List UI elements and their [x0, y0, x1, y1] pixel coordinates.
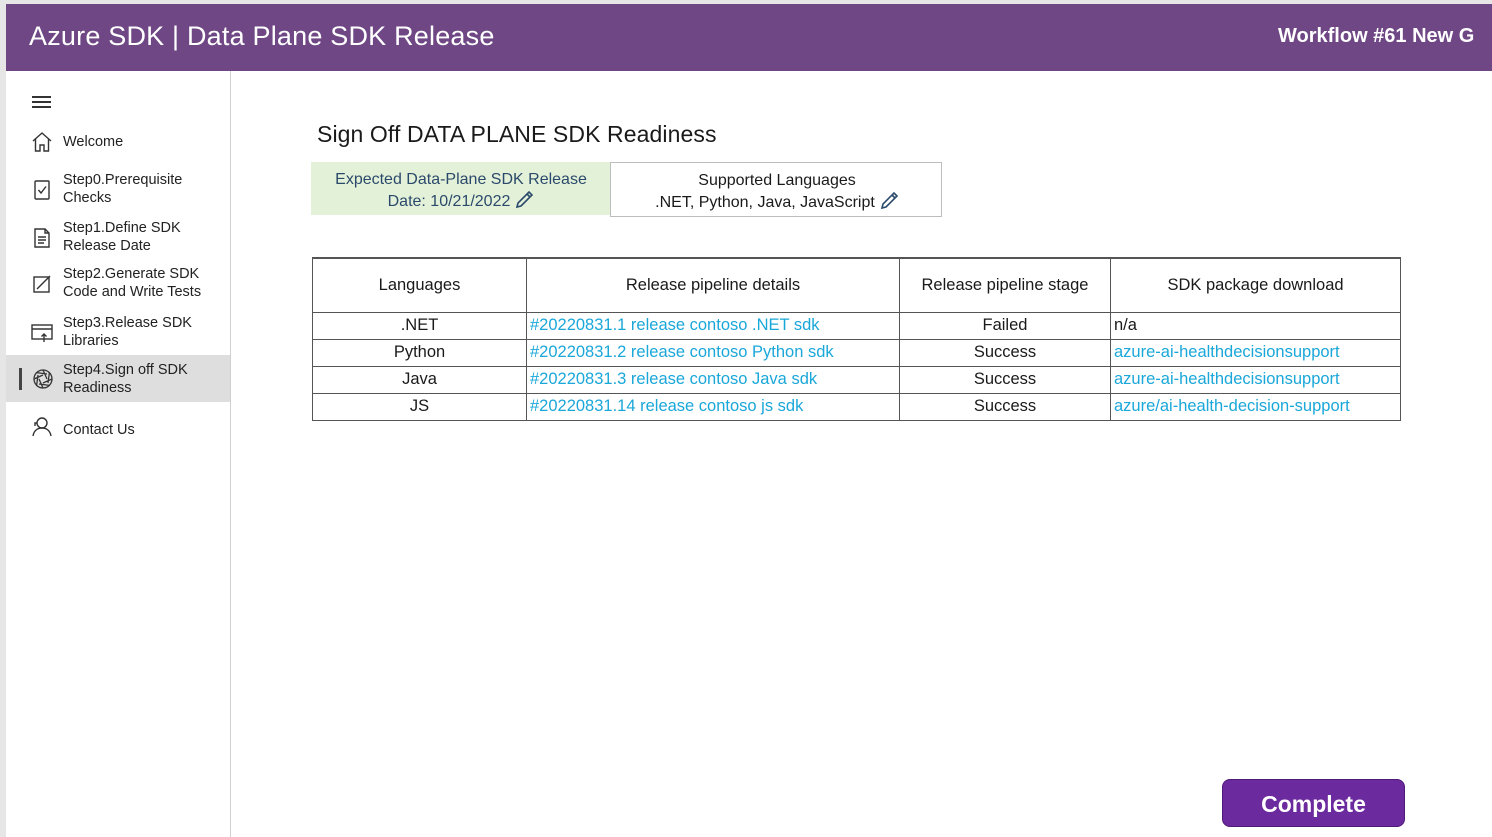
- edit-square-icon: [33, 275, 51, 293]
- stage-cell: Success: [899, 338, 1111, 367]
- package-link[interactable]: azure-ai-healthdecisionsupport: [1114, 370, 1340, 388]
- sidebar-item-step3[interactable]: Step3.Release SDK Libraries: [6, 309, 230, 353]
- edit-languages-pencil-icon[interactable]: [879, 191, 899, 211]
- column-header-stage: Release pipeline stage: [899, 257, 1111, 313]
- release-date-value: Date: 10/21/2022: [387, 193, 511, 210]
- sidebar-item-label: Welcome: [63, 134, 124, 150]
- pipeline-link[interactable]: #20220831.3 release contoso Java sdk: [530, 370, 817, 388]
- contact-icon: [32, 417, 52, 437]
- release-status-table: Languages Release pipeline details Relea…: [312, 257, 1401, 421]
- supported-languages-card: Supported Languages .NET, Python, Java, …: [610, 162, 942, 217]
- sidebar-item-step0[interactable]: Step0.Prerequisite Checks: [6, 167, 230, 211]
- pipeline-link[interactable]: #20220831.1 release contoso .NET sdk: [530, 316, 820, 334]
- sidebar-item-label: Step1.Define SDK Release Date: [63, 220, 181, 254]
- table-row: Python #20220831.2 release contoso Pytho…: [312, 338, 1401, 367]
- sidebar-item-label: Step0.Prerequisite Checks: [63, 172, 183, 206]
- sidebar-item-step2[interactable]: Step2.Generate SDK Code and Write Tests: [6, 261, 230, 305]
- table-header-row: Languages Release pipeline details Relea…: [312, 257, 1401, 313]
- sidebar-item-step1[interactable]: Step1.Define SDK Release Date: [6, 215, 230, 259]
- hamburger-menu-icon[interactable]: [32, 93, 52, 109]
- sidebar: Welcome Step0.Prerequisite Checks Step1.…: [6, 71, 231, 837]
- aperture-icon: [33, 369, 53, 389]
- document-icon: [34, 228, 50, 248]
- table-row: JS #20220831.14 release contoso js sdk S…: [312, 392, 1401, 421]
- edit-date-pencil-icon[interactable]: [514, 190, 534, 210]
- sidebar-item-welcome[interactable]: Welcome: [6, 127, 230, 157]
- complete-button[interactable]: Complete: [1222, 779, 1405, 827]
- pipeline-link[interactable]: #20220831.14 release contoso js sdk: [530, 397, 803, 415]
- supported-languages-value: .NET, Python, Java, JavaScript: [655, 194, 875, 211]
- pipeline-link[interactable]: #20220831.2 release contoso Python sdk: [530, 343, 834, 361]
- package-link[interactable]: azure-ai-healthdecisionsupport: [1114, 343, 1340, 361]
- package-link[interactable]: azure/ai-health-decision-support: [1114, 397, 1350, 415]
- active-indicator: [19, 368, 22, 390]
- supported-languages-label: Supported Languages: [698, 172, 856, 189]
- sidebar-item-step4[interactable]: Step4.Sign off SDK Readiness: [6, 355, 230, 402]
- top-bar: Azure SDK | Data Plane SDK Release Workf…: [6, 4, 1492, 71]
- sidebar-item-label: Step2.Generate SDK Code and Write Tests: [63, 266, 202, 300]
- sidebar-item-label: Step4.Sign off SDK Readiness: [63, 362, 188, 396]
- release-date-card: Expected Data-Plane SDK Release Date: 10…: [311, 162, 611, 215]
- language-cell: .NET: [312, 311, 527, 340]
- sidebar-item-label: Contact Us: [63, 422, 135, 438]
- column-header-pipeline: Release pipeline details: [526, 257, 900, 313]
- column-header-languages: Languages: [312, 257, 527, 313]
- stage-cell: Success: [899, 392, 1111, 421]
- language-cell: Java: [312, 365, 527, 394]
- release-icon: [31, 324, 53, 342]
- language-cell: JS: [312, 392, 527, 421]
- table-row: .NET #20220831.1 release contoso .NET sd…: [312, 311, 1401, 340]
- app-title: Azure SDK | Data Plane SDK Release: [29, 21, 495, 51]
- workflow-title: Workflow #61 New G: [1278, 25, 1475, 47]
- sidebar-item-contact[interactable]: Contact Us: [6, 411, 230, 443]
- package-cell: n/a: [1110, 311, 1401, 340]
- checklist-icon: [34, 180, 50, 200]
- stage-cell: Failed: [899, 311, 1111, 340]
- release-date-label: Expected Data-Plane SDK Release: [335, 171, 587, 188]
- app-window: Azure SDK | Data Plane SDK Release Workf…: [6, 4, 1492, 837]
- page-title: Sign Off DATA PLANE SDK Readiness: [317, 121, 717, 147]
- language-cell: Python: [312, 338, 527, 367]
- sidebar-item-label: Step3.Release SDK Libraries: [63, 315, 192, 349]
- column-header-package: SDK package download: [1110, 257, 1401, 313]
- stage-cell: Success: [899, 365, 1111, 394]
- main-content: Sign Off DATA PLANE SDK Readiness Expect…: [232, 71, 1492, 837]
- home-icon: [32, 132, 52, 152]
- table-row: Java #20220831.3 release contoso Java sd…: [312, 365, 1401, 394]
